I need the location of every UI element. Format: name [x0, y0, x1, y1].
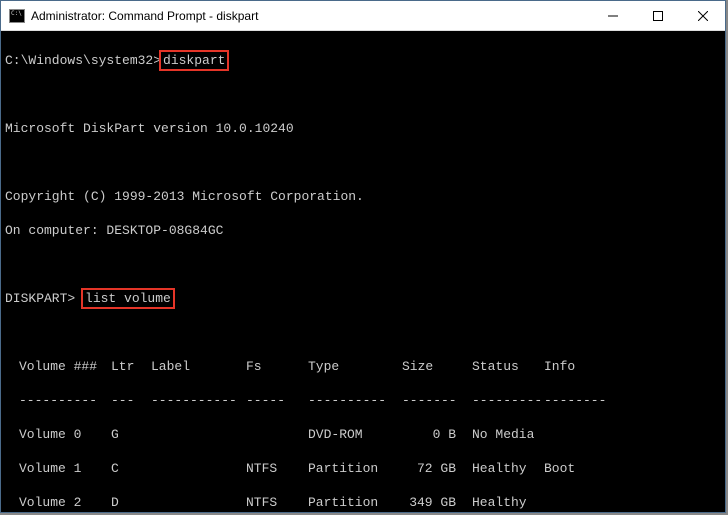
line-computer: On computer: DESKTOP-08G84GC [5, 222, 721, 239]
hdr-fs: Fs [246, 358, 308, 375]
hdr-ltr: Ltr [111, 358, 151, 375]
window-controls [590, 1, 725, 30]
hdr-info: Info [544, 358, 614, 375]
close-button[interactable] [680, 1, 725, 30]
titlebar[interactable]: Administrator: Command Prompt - diskpart [1, 1, 725, 31]
line-copyright: Copyright (C) 1999-2013 Microsoft Corpor… [5, 188, 721, 205]
command-prompt-window: Administrator: Command Prompt - diskpart… [0, 0, 726, 513]
cmd-diskpart: diskpart [159, 50, 229, 71]
terminal-output[interactable]: C:\Windows\system32>diskpart Microsoft D… [1, 31, 725, 512]
hdr-type: Type [308, 358, 402, 375]
table-row: Volume 1CNTFSPartition72 GBHealthyBoot [5, 460, 721, 477]
hdr-size: Size [402, 358, 464, 375]
table-header-row: Volume ###LtrLabelFsTypeSizeStatusInfo [5, 358, 721, 375]
table-dash-row: ----------------------------------------… [5, 392, 721, 409]
maximize-button[interactable] [635, 1, 680, 30]
table-row: Volume 2DNTFSPartition349 GBHealthy [5, 494, 721, 511]
hdr-label: Label [151, 358, 246, 375]
hdr-status: Status [464, 358, 544, 375]
minimize-button[interactable] [590, 1, 635, 30]
cmd-list-volume: list volume [81, 288, 175, 309]
table-row: Volume 0GDVD-ROM0 BNo Media [5, 426, 721, 443]
prompt-diskpart: DISKPART> [5, 291, 83, 306]
line-version: Microsoft DiskPart version 10.0.10240 [5, 120, 721, 137]
cmd-icon [9, 9, 25, 23]
hdr-volume: Volume ### [19, 358, 111, 375]
titlebar-text: Administrator: Command Prompt - diskpart [31, 9, 590, 23]
prompt-path: C:\Windows\system32> [5, 53, 161, 68]
